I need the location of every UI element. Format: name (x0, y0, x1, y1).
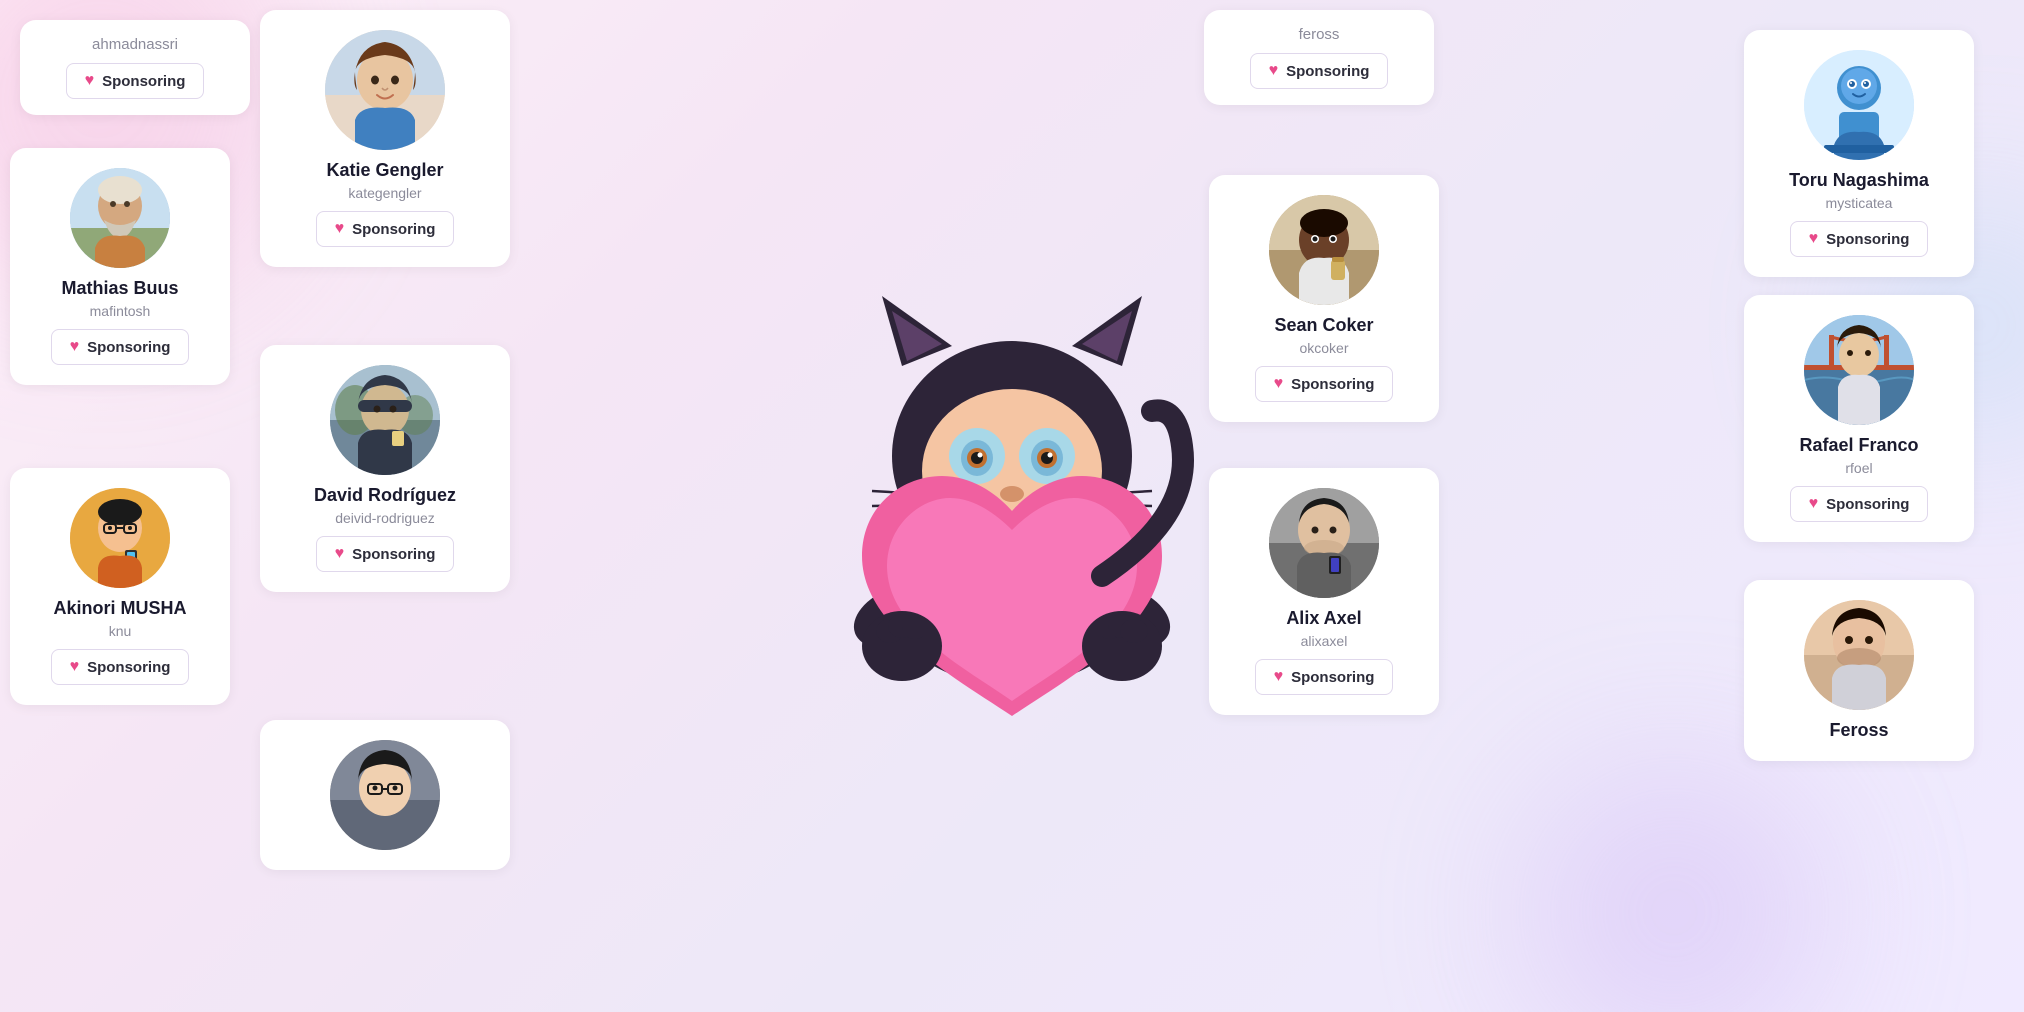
sponsor-btn-feross-top[interactable]: ♥ Sponsoring (1250, 53, 1389, 89)
avatar-knu (70, 488, 170, 588)
avatar-alixaxel (1269, 488, 1379, 598)
name-mafintosh: Mathias Buus (61, 278, 178, 299)
username-toru: mysticatea (1826, 195, 1893, 211)
name-david: David Rodríguez (314, 485, 456, 506)
sponsor-btn-david[interactable]: ♥ Sponsoring (316, 536, 455, 572)
bg-decoration-2 (1524, 762, 1824, 1012)
username-alixaxel: alixaxel (1301, 633, 1348, 649)
name-okcoker: Sean Coker (1274, 315, 1373, 336)
username-mafintosh: mafintosh (90, 303, 151, 319)
sponsor-label-mafintosh: Sponsoring (87, 339, 170, 356)
heart-icon-feross-top: ♥ (1269, 62, 1279, 80)
sponsor-btn-rfoel[interactable]: ♥ Sponsoring (1790, 486, 1929, 522)
username-okcoker: okcoker (1299, 340, 1348, 356)
username-david: deivid-rodriguez (335, 510, 435, 526)
name-rfoel: Rafael Franco (1799, 435, 1918, 456)
sponsor-label-feross-top: Sponsoring (1286, 63, 1369, 80)
avatar-rfoel (1804, 315, 1914, 425)
sponsor-btn-ahmadnassri[interactable]: ♥ Sponsoring (66, 63, 205, 99)
heart-icon-kategengler: ♥ (335, 220, 345, 238)
avatar-toru (1804, 50, 1914, 160)
name-toru: Toru Nagashima (1789, 170, 1929, 191)
sponsor-label-david: Sponsoring (352, 546, 435, 563)
card-knu: Akinori MUSHA knu ♥ Sponsoring (10, 468, 230, 705)
name-kategengler: Katie Gengler (326, 160, 443, 181)
username-feross-top: feross (1299, 26, 1340, 43)
username-ahmadnassri: ahmadnassri (92, 36, 178, 53)
heart-icon-mafintosh: ♥ (70, 338, 80, 356)
username-kategengler: kategengler (348, 185, 421, 201)
card-ahmadnassri: ahmadnassri ♥ Sponsoring (20, 20, 250, 115)
sponsors-page: ahmadnassri ♥ Sponsoring (0, 0, 2024, 1012)
name-alixaxel: Alix Axel (1286, 608, 1361, 629)
avatar-mafintosh (70, 168, 170, 268)
sponsor-btn-toru[interactable]: ♥ Sponsoring (1790, 221, 1929, 257)
card-david: David Rodríguez deivid-rodriguez ♥ Spons… (260, 345, 510, 592)
heart-icon-okcoker: ♥ (1274, 375, 1284, 393)
sponsor-label-alixaxel: Sponsoring (1291, 669, 1374, 686)
avatar-bottom-second (330, 740, 440, 850)
name-knu: Akinori MUSHA (53, 598, 186, 619)
card-feross-bottom: Feross (1744, 580, 1974, 761)
avatar-okcoker (1269, 195, 1379, 305)
sponsor-label-okcoker: Sponsoring (1291, 376, 1374, 393)
avatar-kategengler (325, 30, 445, 150)
sponsor-label-knu: Sponsoring (87, 659, 170, 676)
avatar-david (330, 365, 440, 475)
sponsor-btn-okcoker[interactable]: ♥ Sponsoring (1255, 366, 1394, 402)
name-feross: Feross (1829, 720, 1888, 741)
sponsor-btn-knu[interactable]: ♥ Sponsoring (51, 649, 190, 685)
sponsor-btn-mafintosh[interactable]: ♥ Sponsoring (51, 329, 190, 365)
card-feross-top: feross ♥ Sponsoring (1204, 10, 1434, 105)
mascot-container (762, 206, 1262, 806)
sponsor-label-toru: Sponsoring (1826, 231, 1909, 248)
card-mafintosh: Mathias Buus mafintosh ♥ Sponsoring (10, 148, 230, 385)
heart-icon-knu: ♥ (70, 658, 80, 676)
card-rfoel: Rafael Franco rfoel ♥ Sponsoring (1744, 295, 1974, 542)
username-knu: knu (109, 623, 132, 639)
heart-icon-ahmadnassri: ♥ (85, 72, 95, 90)
card-bottom-second (260, 720, 510, 870)
sponsor-label-rfoel: Sponsoring (1826, 496, 1909, 513)
heart-icon-toru: ♥ (1809, 230, 1819, 248)
sponsor-btn-kategengler[interactable]: ♥ Sponsoring (316, 211, 455, 247)
sponsor-btn-alixaxel[interactable]: ♥ Sponsoring (1255, 659, 1394, 695)
card-toru: Toru Nagashima mysticatea ♥ Sponsoring (1744, 30, 1974, 277)
username-rfoel: rfoel (1845, 460, 1872, 476)
heart-icon-david: ♥ (335, 545, 345, 563)
card-kategengler: Katie Gengler kategengler ♥ Sponsoring (260, 10, 510, 267)
avatar-feross (1804, 600, 1914, 710)
heart-icon-alixaxel: ♥ (1274, 668, 1284, 686)
heart-icon-rfoel: ♥ (1809, 495, 1819, 513)
sponsor-label-ahmadnassri: Sponsoring (102, 73, 185, 90)
sponsor-label-kategengler: Sponsoring (352, 221, 435, 238)
